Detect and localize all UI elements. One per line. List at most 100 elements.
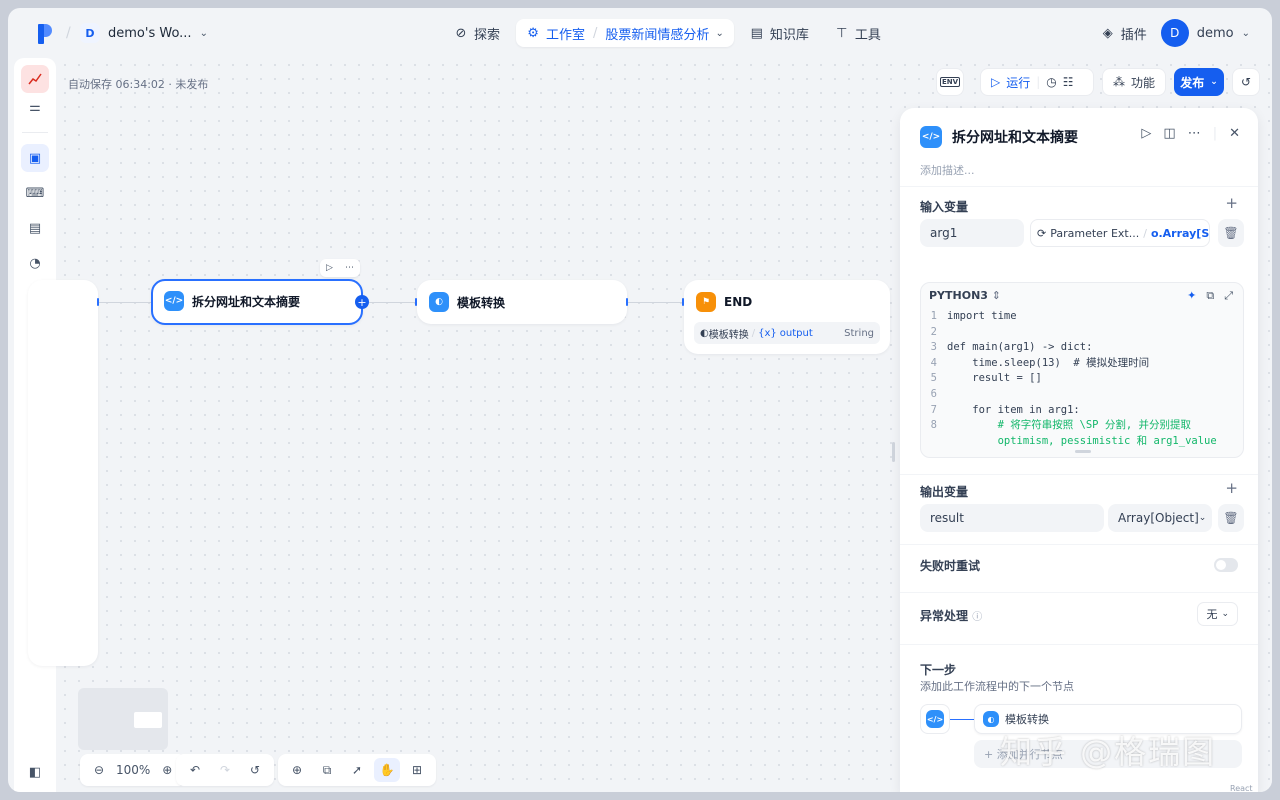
split-view-icon[interactable]: ◫ <box>1163 126 1175 141</box>
divider <box>900 592 1258 593</box>
avatar: D <box>1160 19 1189 47</box>
plugins-label: 插件 <box>1120 27 1147 43</box>
more-icon[interactable]: ⋯ <box>1188 126 1201 141</box>
input-var-reference[interactable]: ⟳ Parameter Ext... / o.Array[S... <box>1030 219 1210 247</box>
checklist-icon[interactable]: ☷ <box>1063 75 1074 89</box>
hand-icon[interactable]: ✋ <box>374 758 400 782</box>
line-number: 5 <box>930 372 937 385</box>
template-node-title: 模板转换 <box>457 295 506 310</box>
api-terminal-icon[interactable]: ⌨ <box>21 179 49 207</box>
add-node-icon[interactable]: ⊕ <box>284 758 310 782</box>
features-button[interactable]: ⁂ 功能 <box>1102 68 1166 96</box>
panel-title[interactable]: 拆分网址和文本摘要 <box>952 127 1078 147</box>
layout-icon[interactable]: ⊞ <box>404 758 430 782</box>
app-icon[interactable] <box>21 65 49 93</box>
nav-tools[interactable]: ⊤ 工具 <box>825 19 891 47</box>
line-number: 3 <box>930 341 937 354</box>
run-button[interactable]: 运行 <box>1006 74 1030 91</box>
nav-right: ◈ 插件 D demo ⌄ <box>1103 19 1250 47</box>
code-node[interactable]: </> 拆分网址和文本摘要 <box>151 279 363 325</box>
add-next-node-icon[interactable]: + <box>355 295 369 309</box>
output-var-name[interactable]: result <box>920 504 1104 532</box>
input-var-name[interactable]: arg1 <box>920 219 1024 247</box>
line-text: result = [] <box>947 372 1042 385</box>
info-icon[interactable]: ⓘ <box>972 612 982 623</box>
version-history-button[interactable]: ↺ <box>1232 68 1260 96</box>
end-var-type: String <box>844 327 874 339</box>
play-icon[interactable]: ▷ <box>326 263 333 273</box>
delete-input-icon[interactable]: 🗑 <box>1218 219 1244 247</box>
add-input-icon[interactable]: + <box>1225 194 1238 212</box>
logs-icon[interactable]: ▤ <box>21 214 49 242</box>
undo-icon[interactable]: ↶ <box>182 758 208 782</box>
expand-icon[interactable]: ⤢ <box>1224 289 1233 303</box>
nav-explore-label: 探索 <box>474 27 501 43</box>
add-note-icon[interactable]: ⧉ <box>314 758 340 782</box>
retry-toggle[interactable] <box>1214 558 1238 572</box>
nav-studio[interactable]: ⚙ 工作室 / 股票新闻情感分析 ⌄ <box>516 19 734 47</box>
publish-button[interactable]: 发布 ⌄ <box>1174 68 1224 96</box>
template-node[interactable]: ◐ 模板转换 <box>417 280 627 324</box>
plugins-button[interactable]: ◈ 插件 <box>1103 24 1147 43</box>
book-icon: ▤ <box>750 25 763 41</box>
line-number: 7 <box>930 403 937 416</box>
code-node-title: 拆分网址和文本摘要 <box>192 294 301 309</box>
line-number: 1 <box>930 310 937 322</box>
resize-grip[interactable] <box>1075 450 1091 453</box>
code-editor[interactable]: PYTHON3 ⇕ ✦ ⧉ ⤢ 1 import time 2 3 def main(a… <box>920 282 1244 458</box>
language-select[interactable]: PYTHON3 ⇕ <box>929 289 1001 302</box>
add-output-icon[interactable]: + <box>1225 479 1238 497</box>
sidebar-toggle-icon[interactable]: ◧ <box>21 758 49 786</box>
description-input[interactable]: 添加描述... <box>920 162 975 178</box>
hammer-icon: ⊤ <box>836 25 848 41</box>
copy-icon[interactable]: ⧉ <box>1206 289 1214 303</box>
redo-icon[interactable]: ↷ <box>212 758 238 782</box>
panel-resize-handle[interactable] <box>892 442 895 462</box>
line-number <box>921 434 947 450</box>
line-text: optimism, pessimistic 和 arg1_value <box>947 434 1217 447</box>
delete-output-icon[interactable]: 🗑 <box>1218 504 1244 532</box>
end-var-name: output <box>779 327 813 339</box>
play-icon[interactable]: ▷ <box>1141 126 1151 141</box>
close-icon[interactable]: ✕ <box>1229 126 1240 141</box>
history-icon[interactable]: ↺ <box>242 758 268 782</box>
line-text: # 将字符串按照 \SP 分割, 并分别提取 <box>947 419 1191 432</box>
nav-explore[interactable]: ⊘ 探索 <box>444 19 510 47</box>
chevron-down-icon: ⌄ <box>715 27 724 39</box>
line-text: for item in arg1: <box>947 403 1080 416</box>
zoom-out-icon[interactable]: ⊖ <box>86 758 112 782</box>
start-node-partial[interactable] <box>28 280 98 666</box>
output-type-select[interactable]: Array[Object] ⌄ <box>1108 504 1212 532</box>
code-line: 6 <box>921 387 1243 403</box>
minimap[interactable] <box>78 688 168 750</box>
pointer-icon[interactable]: ➚ <box>344 758 370 782</box>
ai-generate-icon[interactable]: ✦ <box>1187 289 1196 303</box>
play-icon: ▷ <box>991 75 1001 89</box>
code-line: 8 # 将字符串按照 \SP 分割, 并分别提取 <box>921 418 1243 434</box>
next-step-subtitle: 添加此工作流程中的下一个节点 <box>920 680 1074 693</box>
end-node[interactable]: ⚑ END ◐ 模板转换 / {x} output String <box>684 280 890 354</box>
code-line: 4 time.sleep(13) # 模拟处理时间 <box>921 356 1243 372</box>
rail-divider <box>22 132 48 133</box>
code-line: 5 result = [] <box>921 371 1243 387</box>
publish-label: 发布 <box>1180 75 1205 90</box>
code-line: 2 <box>921 325 1243 341</box>
nav-knowledge-label: 知识库 <box>769 27 809 43</box>
chevron-down-icon: ⌄ <box>1241 27 1250 39</box>
orchestrate-icon[interactable]: ▣ <box>21 144 49 172</box>
app-logo[interactable] <box>38 24 52 44</box>
loop-icon: ⟳ <box>1037 226 1047 240</box>
current-app-name[interactable]: 股票新闻情感分析 <box>605 24 709 43</box>
error-handling-select[interactable]: 无 ⌄ <box>1197 602 1238 626</box>
more-icon[interactable]: ⋯ <box>345 263 354 273</box>
history-run-icon[interactable]: ◷ <box>1046 75 1056 89</box>
user-menu[interactable]: D demo ⌄ <box>1160 19 1250 47</box>
nav-knowledge[interactable]: ▤ 知识库 <box>740 19 819 47</box>
monitor-icon[interactable]: ◔ <box>21 249 49 277</box>
workspace-switcher[interactable]: D demo's Wo... ⌄ <box>80 21 208 45</box>
divider <box>900 474 1258 475</box>
code-content[interactable]: 1 import time 2 3 def main(arg1) -> dict: 4 t… <box>921 309 1243 447</box>
env-button[interactable]: ENV <box>936 68 964 96</box>
zoom-level[interactable]: 100% <box>116 763 150 777</box>
settings-sliders-icon[interactable]: ⚌ <box>21 93 49 121</box>
